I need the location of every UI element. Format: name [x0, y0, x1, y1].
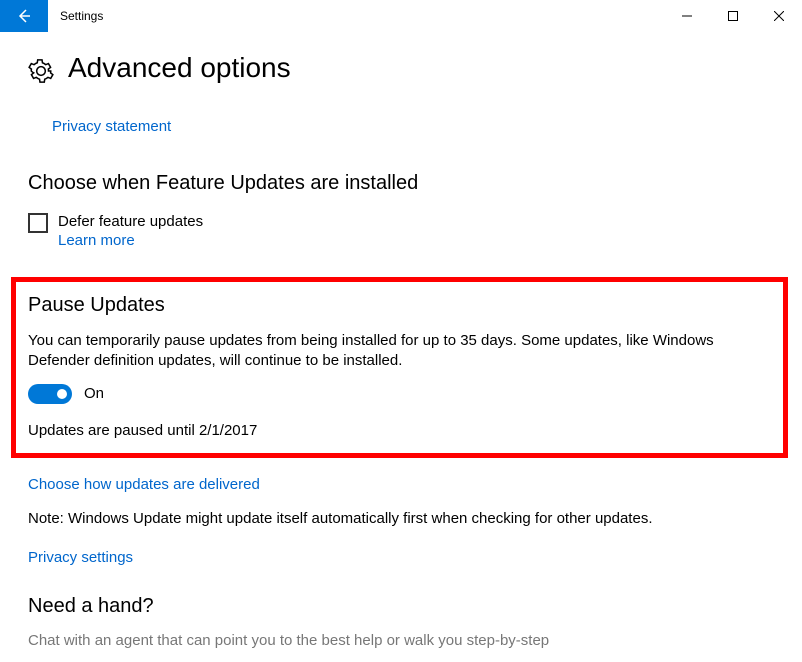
pause-status: Updates are paused until 2/1/2017 [28, 422, 771, 439]
pause-toggle-state: On [84, 385, 104, 402]
privacy-settings-link[interactable]: Privacy settings [28, 549, 133, 566]
chat-agent-text: Chat with an agent that can point you to… [28, 632, 774, 649]
learn-more-link[interactable]: Learn more [58, 232, 203, 249]
choose-when-heading: Choose when Feature Updates are installe… [28, 172, 774, 195]
maximize-button[interactable] [710, 0, 756, 32]
gear-icon [28, 58, 54, 84]
need-hand-heading: Need a hand? [28, 595, 774, 618]
defer-updates-label: Defer feature updates [58, 213, 203, 230]
update-note: Note: Windows Update might update itself… [28, 510, 774, 527]
defer-updates-checkbox[interactable] [28, 213, 48, 233]
window-title: Settings [48, 0, 103, 32]
close-icon [774, 11, 784, 21]
maximize-icon [728, 11, 738, 21]
back-arrow-icon [16, 8, 32, 24]
privacy-statement-link[interactable]: Privacy statement [52, 118, 171, 135]
defer-updates-row: Defer feature updates Learn more [28, 213, 774, 249]
minimize-button[interactable] [664, 0, 710, 32]
content-area: Advanced options Privacy statement Choos… [0, 52, 802, 649]
page-title: Advanced options [68, 52, 291, 84]
close-button[interactable] [756, 0, 802, 32]
minimize-icon [682, 11, 692, 21]
titlebar: Settings [0, 0, 802, 32]
choose-delivery-link[interactable]: Choose how updates are delivered [28, 476, 260, 493]
pause-updates-toggle[interactable] [28, 384, 72, 404]
page-header: Advanced options [28, 52, 774, 84]
pause-updates-highlight: Pause Updates You can temporarily pause … [11, 277, 788, 458]
toggle-knob [57, 389, 67, 399]
pause-toggle-row: On [28, 384, 771, 404]
pause-updates-heading: Pause Updates [28, 294, 771, 317]
back-button[interactable] [0, 0, 48, 32]
pause-updates-description: You can temporarily pause updates from b… [28, 331, 771, 372]
